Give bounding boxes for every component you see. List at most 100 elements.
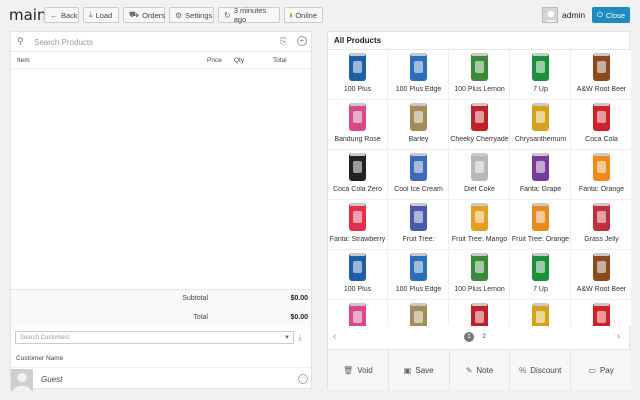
- save-button[interactable]: ▣ Save: [389, 350, 450, 390]
- page-title: main: [9, 6, 47, 24]
- subtotal-value: $0.00: [290, 295, 308, 302]
- chevron-right-icon[interactable]: ›: [617, 331, 620, 342]
- void-button[interactable]: 🗑 Void: [328, 350, 389, 390]
- orders-button[interactable]: ⛟ Orders: [123, 7, 165, 23]
- product-tile[interactable]: 100 Plus Lemon: [449, 50, 510, 100]
- more-options-icon[interactable]: ···: [298, 374, 308, 384]
- search-icon: ⚲: [17, 36, 24, 46]
- online-status-dot-icon: [290, 12, 293, 18]
- col-qty: Qty: [234, 57, 245, 64]
- col-total: Total: [273, 57, 287, 64]
- product-can-image: [471, 203, 488, 231]
- product-can-image: [349, 153, 366, 181]
- product-name: 100 Plus: [343, 286, 372, 293]
- power-icon: ⏻: [596, 10, 603, 19]
- settings-label: Settings: [185, 10, 213, 20]
- customer-avatar: [11, 369, 33, 391]
- product-name: Chrysanthemum: [514, 136, 567, 143]
- product-can-image: [410, 153, 427, 181]
- product-tile[interactable]: [328, 300, 388, 326]
- product-name: Fruit Tree:: [402, 236, 435, 243]
- product-can-image: [471, 53, 488, 81]
- product-tile[interactable]: Diet Coke: [449, 150, 510, 200]
- credit-card-icon: ▭: [588, 365, 596, 375]
- total-label: Total: [193, 314, 208, 321]
- customer-search-input[interactable]: Search Customers ▼: [15, 331, 294, 344]
- product-tile[interactable]: [571, 300, 631, 326]
- product-tile[interactable]: [449, 300, 510, 326]
- close-label: Close: [605, 10, 626, 20]
- product-tile[interactable]: A&W Root Beer: [571, 250, 631, 300]
- product-can-image: [593, 103, 610, 131]
- product-can-image: [471, 253, 488, 281]
- cart-icon: ⛟: [129, 10, 140, 19]
- product-tile[interactable]: Fanta: Grape: [510, 150, 571, 200]
- product-tile[interactable]: Grass Jelly: [571, 200, 631, 250]
- trash-icon: 🗑: [343, 365, 354, 375]
- product-can-image: [410, 303, 427, 326]
- customer-download-icon[interactable]: ⤓: [298, 332, 302, 343]
- pay-button[interactable]: ▭ Pay: [571, 350, 631, 390]
- product-tile[interactable]: Cool Ice Cream: [388, 150, 449, 200]
- product-tile[interactable]: A&W Root Beer: [571, 50, 631, 100]
- load-label: Load: [95, 10, 113, 20]
- product-search-input[interactable]: Search Products: [34, 38, 93, 47]
- load-button[interactable]: ⤓ Load: [83, 7, 119, 23]
- product-name: 100 Plus Edge: [395, 86, 442, 93]
- close-button[interactable]: ⏻ Close: [592, 7, 630, 23]
- product-can-image: [532, 253, 549, 281]
- chevron-left-icon[interactable]: ‹: [333, 331, 336, 342]
- products-heading: All Products: [334, 36, 382, 45]
- product-tile[interactable]: 7 Up: [510, 50, 571, 100]
- product-tile[interactable]: Fruit Tree:: [388, 200, 449, 250]
- product-tile[interactable]: 100 Plus: [328, 50, 388, 100]
- product-can-image: [471, 303, 488, 326]
- product-search-bar: ⚲ Search Products ⎘ +: [11, 32, 311, 52]
- product-tile[interactable]: Chrysanthemum: [510, 100, 571, 150]
- product-can-image: [532, 153, 549, 181]
- product-tile[interactable]: 100 Plus Edge: [388, 250, 449, 300]
- cart-panel: ⚲ Search Products ⎘ + Item Price Qty Tot…: [10, 31, 312, 391]
- product-name: 100 Plus: [343, 86, 372, 93]
- product-tile[interactable]: 100 Plus Lemon: [449, 250, 510, 300]
- product-can-image: [349, 103, 366, 131]
- product-name: Barley: [408, 136, 429, 143]
- product-can-image: [410, 103, 427, 131]
- product-tile[interactable]: [388, 300, 449, 326]
- product-tile[interactable]: Bandung Rose: [328, 100, 388, 150]
- page-2-button[interactable]: 2: [479, 332, 489, 342]
- barcode-icon[interactable]: ⎘: [280, 36, 287, 47]
- user-name[interactable]: admin: [562, 10, 585, 20]
- product-tile[interactable]: Cheeky Cherryade: [449, 100, 510, 150]
- settings-button[interactable]: ⚙ Settings: [169, 7, 214, 23]
- product-tile[interactable]: Barley: [388, 100, 449, 150]
- product-tile[interactable]: [510, 300, 571, 326]
- sync-button[interactable]: ↻ 3 minutes ago: [218, 6, 280, 24]
- product-tile[interactable]: Fanta: Orange: [571, 150, 631, 200]
- product-name: Fanta: Strawberry: [329, 236, 386, 243]
- status-label: Online: [295, 10, 317, 20]
- user-avatar[interactable]: [542, 7, 558, 23]
- product-tile[interactable]: 100 Plus Edge: [388, 50, 449, 100]
- col-item: Item: [17, 57, 30, 64]
- back-button[interactable]: ← Back: [44, 7, 79, 23]
- product-tile[interactable]: Fruit Tree: Mango: [449, 200, 510, 250]
- add-product-icon[interactable]: +: [297, 36, 307, 46]
- product-can-image: [471, 103, 488, 131]
- customer-row[interactable]: Guest ···: [11, 367, 311, 391]
- discount-button[interactable]: % Discount: [510, 350, 572, 390]
- product-tile[interactable]: 100 Plus: [328, 250, 388, 300]
- product-tile[interactable]: Coca Cola: [571, 100, 631, 150]
- product-grid: 100 Plus 100 Plus Edge 100 Plus Lemon 7 Up A…: [328, 49, 631, 326]
- save-label: Save: [415, 365, 434, 375]
- product-tile[interactable]: Fanta: Strawberry: [328, 200, 388, 250]
- product-name: Cheeky Cherryade: [450, 136, 509, 143]
- page-1-button[interactable]: 1: [464, 332, 474, 342]
- product-tile[interactable]: Fruit Tree: Orange: [510, 200, 571, 250]
- product-can-image: [349, 303, 366, 326]
- product-tile[interactable]: Coca Cola Zero: [328, 150, 388, 200]
- product-name: A&W Root Beer: [576, 86, 627, 93]
- note-button[interactable]: ✎ Note: [450, 350, 511, 390]
- gear-icon: ⚙: [175, 10, 183, 20]
- product-tile[interactable]: 7 Up: [510, 250, 571, 300]
